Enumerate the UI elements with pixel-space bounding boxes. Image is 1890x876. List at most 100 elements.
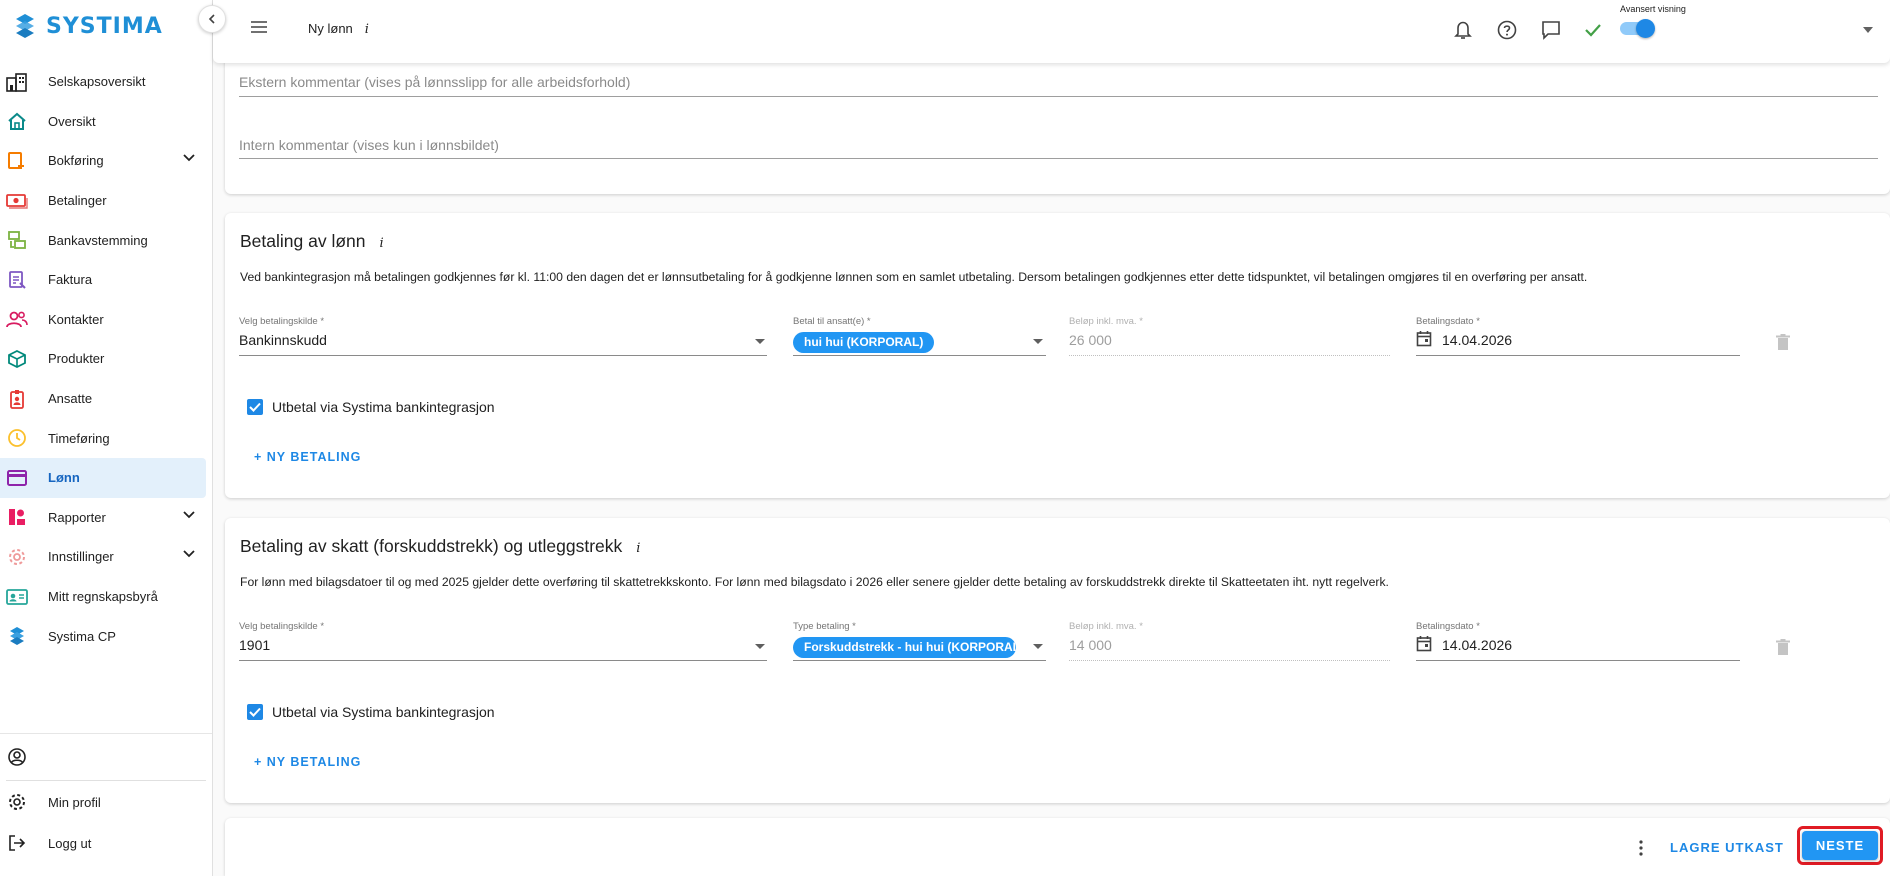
sidebar-item-timeforing[interactable]: Timeføring — [0, 418, 212, 458]
salary-payment-description: Ved bankintegrasjon må betalingen godkje… — [240, 270, 1588, 284]
info-icon[interactable]: i — [380, 236, 384, 251]
systima-cp-icon — [6, 625, 28, 647]
home-icon — [6, 110, 28, 132]
amount-underline — [1069, 355, 1390, 356]
external-comment-underline — [239, 96, 1878, 97]
help-icon[interactable] — [1496, 19, 1518, 41]
page-title-text: Ny lønn — [308, 21, 353, 36]
logout-icon — [6, 832, 28, 854]
account-avatar[interactable] — [0, 734, 212, 780]
sidebar-item-systima-cp[interactable]: Systima CP — [0, 616, 212, 656]
more-vert-icon[interactable] — [1638, 840, 1644, 856]
payment-source-select[interactable]: Bankinnskudd — [239, 332, 327, 348]
sidebar-item-label: Faktura — [48, 272, 93, 288]
checkmark-icon — [249, 402, 261, 412]
comments-card: Ekstern kommentar (vises på lønnsslipp f… — [225, 50, 1890, 194]
sidebar-item-kontakter[interactable]: Kontakter — [0, 300, 212, 340]
amount-field: 14 000 — [1069, 637, 1112, 653]
employees-icon — [6, 388, 28, 410]
trash-icon[interactable] — [1776, 334, 1790, 351]
bank-reconciliation-icon — [6, 229, 28, 251]
sidebar-item-lonn[interactable]: Lønn — [0, 457, 206, 498]
chevron-down-icon — [183, 510, 195, 518]
sidebar-item-produkter[interactable]: Produkter — [0, 339, 212, 379]
tax-payment-card: Betaling av skatt (forskuddstrekk) og ut… — [225, 518, 1890, 803]
sidebar-item-label: Oversikt — [48, 113, 96, 129]
amount-label: Beløp inkl. mva. * — [1069, 316, 1143, 327]
sidebar-item-label: Mitt regnskapsbyrå — [48, 589, 158, 605]
page-title: Ny lønn i — [308, 21, 369, 37]
sidebar-item-bokforing[interactable]: Bokføring — [0, 141, 212, 181]
products-icon — [6, 348, 28, 370]
payment-date-input[interactable]: 14.04.2026 — [1442, 332, 1512, 348]
amount-underline — [1069, 660, 1390, 661]
payment-date-underline — [1416, 660, 1740, 661]
sidebar-item-logg-ut[interactable]: Logg ut — [0, 823, 212, 863]
sidebar-item-betalinger[interactable]: Betalinger — [0, 181, 212, 221]
sidebar-nav: Selskapsoversikt Oversikt Bokføring Beta… — [0, 62, 212, 656]
sidebar-item-label: Logg ut — [48, 835, 92, 851]
sidebar-item-label: Innstillinger — [48, 549, 114, 565]
toggle-knob — [1636, 19, 1655, 38]
new-payment-button[interactable]: + NY BETALING — [254, 755, 361, 769]
employee-chip[interactable]: hui hui (KORPORAL) — [793, 332, 935, 353]
payment-source-select[interactable]: 1901 — [239, 637, 270, 653]
dropdown-arrow-icon[interactable] — [1033, 339, 1043, 344]
internal-comment-input[interactable]: Intern kommentar (vises kun i lønnsbilde… — [239, 137, 499, 153]
payment-type-chip[interactable]: Forskuddstrekk - hui hui (KORPORAL) — [793, 637, 1016, 658]
employee-label: Betal til ansatt(e) * — [793, 316, 871, 327]
payment-source-underline — [239, 660, 767, 661]
systima-logo[interactable]: SYSTIMA — [12, 10, 163, 42]
sidebar-item-label: Bokføring — [48, 153, 104, 169]
accounting-firm-icon — [6, 586, 28, 608]
info-icon[interactable]: i — [636, 541, 640, 556]
bank-integration-checkbox[interactable] — [247, 704, 263, 720]
dropdown-arrow-icon[interactable] — [755, 644, 765, 649]
payment-type-underline — [793, 660, 1046, 661]
new-payment-button[interactable]: + NY BETALING — [254, 450, 361, 464]
invoice-icon — [6, 269, 28, 291]
sidebar-item-bankavstemming[interactable]: Bankavstemming — [0, 220, 212, 260]
advanced-view-toggle[interactable] — [1620, 19, 1655, 38]
payments-icon — [6, 190, 28, 212]
sidebar-item-min-profil[interactable]: Min profil — [0, 781, 212, 823]
bank-integration-checkbox[interactable] — [247, 399, 263, 415]
bookkeeping-icon — [6, 150, 28, 172]
bell-icon[interactable] — [1453, 19, 1473, 41]
dropdown-arrow-icon[interactable] — [755, 339, 765, 344]
calendar-icon[interactable] — [1416, 330, 1432, 347]
sidebar-item-mitt-regnskapsbyra[interactable]: Mitt regnskapsbyrå — [0, 577, 212, 617]
footer-action-bar: LAGRE UTKAST NESTE — [225, 818, 1890, 876]
payment-date-input[interactable]: 14.04.2026 — [1442, 637, 1512, 653]
payment-date-underline — [1416, 355, 1740, 356]
sidebar-item-ansatte[interactable]: Ansatte — [0, 379, 212, 419]
collapse-sidebar-button[interactable] — [198, 5, 226, 33]
sidebar: SYSTIMA Selskapsoversikt Oversikt Bokfør… — [0, 0, 226, 876]
sidebar-item-label: Lønn — [48, 470, 80, 486]
sidebar-item-faktura[interactable]: Faktura — [0, 260, 212, 300]
next-button[interactable]: NESTE — [1802, 831, 1878, 860]
dropdown-arrow-icon[interactable] — [1033, 644, 1043, 649]
chat-icon[interactable] — [1540, 19, 1562, 41]
sidebar-item-oversikt[interactable]: Oversikt — [0, 102, 212, 142]
account-circle-icon — [6, 746, 28, 768]
sidebar-item-label: Kontakter — [48, 311, 104, 327]
trash-icon[interactable] — [1776, 639, 1790, 656]
calendar-icon[interactable] — [1416, 635, 1432, 652]
sidebar-item-innstillinger[interactable]: Innstillinger — [0, 537, 212, 577]
sidebar-item-label: Bankavstemming — [48, 232, 148, 248]
payment-source-label: Velg betalingskilde * — [239, 621, 325, 632]
menu-icon[interactable] — [250, 20, 268, 34]
sidebar-item-label: Rapporter — [48, 509, 106, 525]
sidebar-bottom: Min profil Logg ut — [0, 733, 212, 863]
systima-logo-icon — [16, 14, 34, 38]
caret-down-icon[interactable] — [1863, 27, 1873, 33]
payment-source-underline — [239, 355, 767, 356]
sidebar-item-rapporter[interactable]: Rapporter — [0, 498, 212, 538]
external-comment-input[interactable]: Ekstern kommentar (vises på lønnsslipp f… — [239, 74, 630, 90]
info-icon[interactable]: i — [365, 22, 369, 37]
bank-integration-label: Utbetal via Systima bankintegrasjon — [272, 704, 495, 720]
save-draft-button[interactable]: LAGRE UTKAST — [1670, 840, 1784, 855]
sidebar-item-selskapsoversikt[interactable]: Selskapsoversikt — [0, 62, 212, 102]
tax-payment-title: Betaling av skatt (forskuddstrekk) og ut… — [240, 536, 623, 556]
